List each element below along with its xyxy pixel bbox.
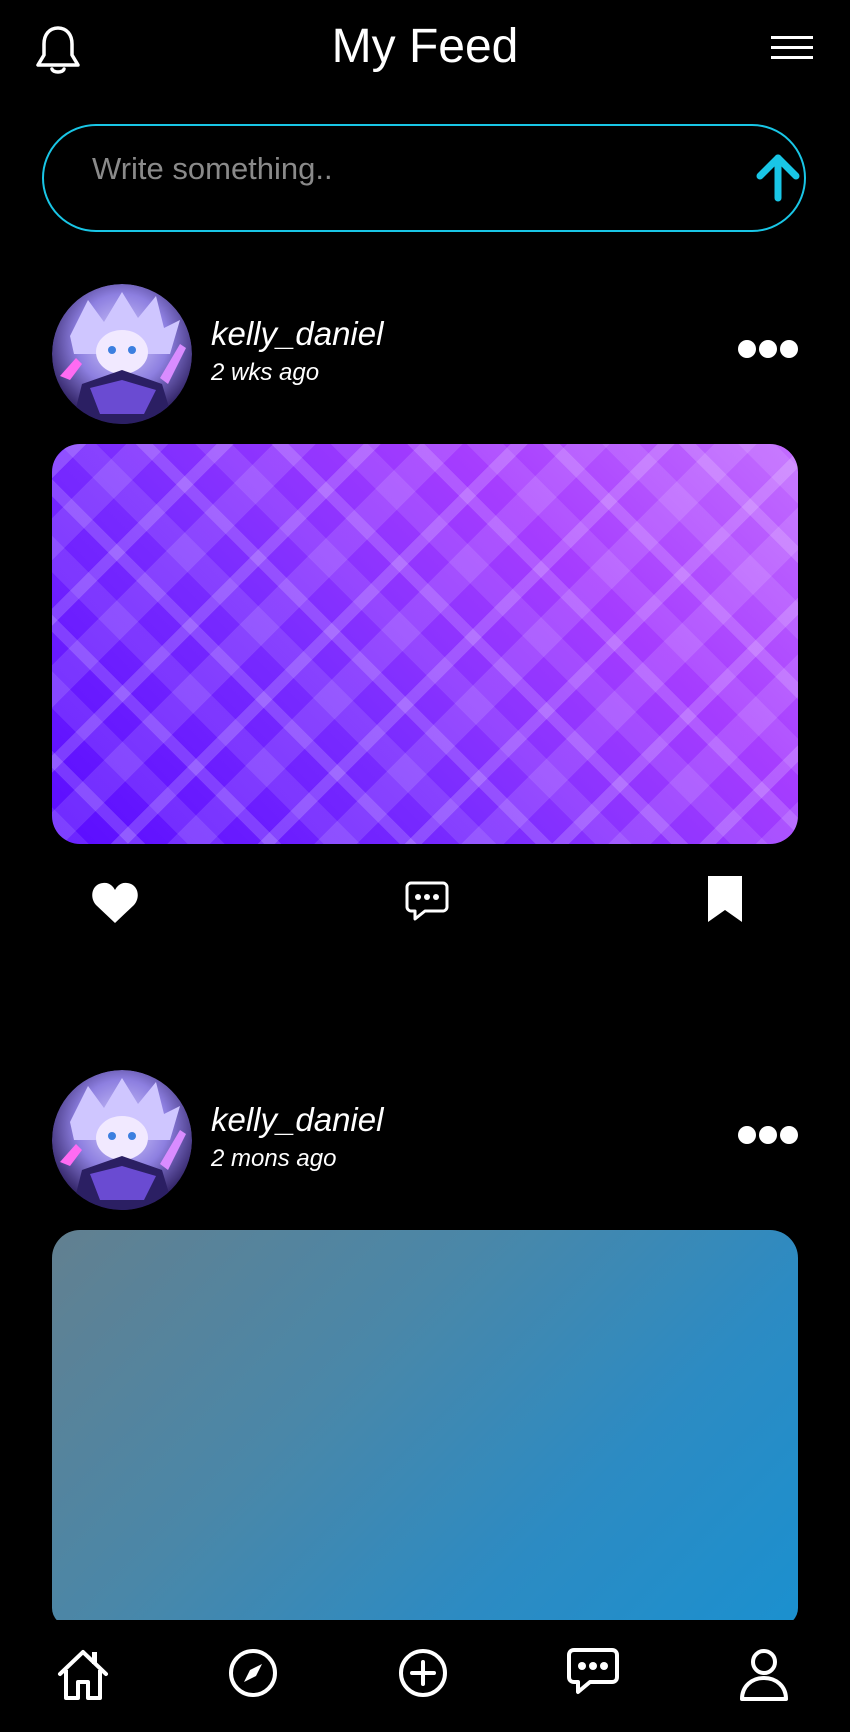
arrow-up-icon — [756, 154, 800, 202]
post-composer — [42, 124, 806, 232]
hamburger-menu-icon — [771, 36, 813, 59]
page-title: My Feed — [331, 20, 519, 73]
post-username[interactable]: kelly_daniel — [211, 314, 383, 354]
nav-create-post[interactable] — [398, 1648, 448, 1698]
more-dots-icon — [738, 1126, 798, 1144]
nav-explore[interactable] — [228, 1648, 278, 1698]
bookmark-icon — [708, 876, 742, 922]
post-actions — [0, 876, 850, 934]
send-post-button[interactable] — [750, 150, 806, 206]
post-username[interactable]: kelly_daniel — [211, 1100, 383, 1140]
nav-profile[interactable] — [738, 1646, 790, 1704]
avatar-image — [52, 1070, 192, 1210]
post-input[interactable] — [90, 146, 694, 192]
post-options-button[interactable] — [736, 336, 800, 362]
post-image[interactable] — [52, 1230, 798, 1626]
comment-bubble-icon — [405, 881, 449, 921]
heart-icon — [92, 882, 138, 923]
plus-circle-icon — [399, 1649, 447, 1697]
avatar[interactable] — [52, 1070, 192, 1210]
more-dots-icon — [738, 340, 798, 358]
bottom-navigation — [0, 1620, 850, 1732]
like-button[interactable] — [88, 878, 142, 928]
compass-icon — [229, 1649, 277, 1697]
nav-home[interactable] — [56, 1648, 110, 1702]
avatar[interactable] — [52, 284, 192, 424]
chat-bubble-icon — [567, 1648, 619, 1694]
post-options-button[interactable] — [736, 1122, 800, 1148]
home-icon — [58, 1650, 108, 1700]
menu-button[interactable] — [766, 26, 818, 70]
avatar-image — [52, 284, 192, 424]
user-icon — [740, 1649, 788, 1701]
comment-button[interactable] — [404, 878, 450, 924]
bookmark-button[interactable] — [704, 872, 746, 926]
nav-messages[interactable] — [566, 1644, 620, 1698]
app-header: My Feed — [0, 0, 850, 96]
post-timestamp: 2 wks ago — [211, 359, 320, 386]
post-image[interactable] — [52, 444, 798, 844]
post-timestamp: 2 mons ago — [211, 1145, 337, 1172]
